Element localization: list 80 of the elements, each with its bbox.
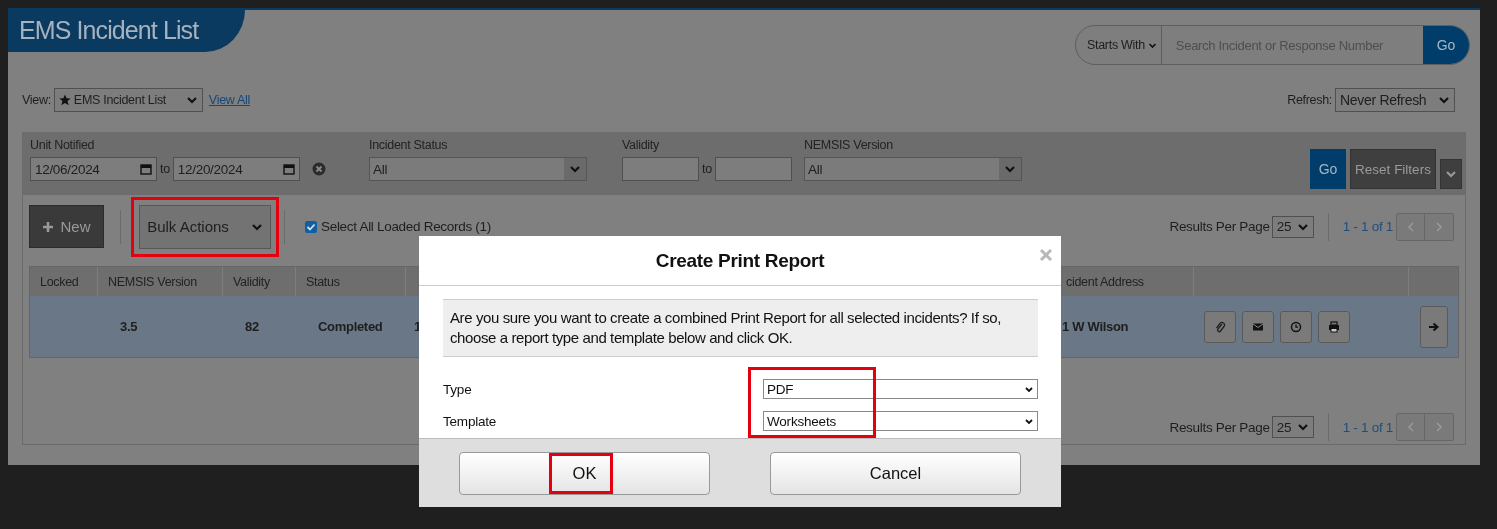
field-label: Type bbox=[443, 381, 472, 397]
caret-icon bbox=[1024, 384, 1034, 394]
printer-icon bbox=[1328, 320, 1340, 333]
caret-icon bbox=[1438, 94, 1450, 106]
caret-icon bbox=[1445, 168, 1457, 180]
select-all-label: Select All Loaded Records (1) bbox=[321, 219, 491, 234]
view-select[interactable]: EMS Incident List bbox=[53, 88, 203, 112]
filter-label: Validity bbox=[622, 138, 660, 152]
table-cell-text: 82 bbox=[244, 318, 260, 336]
new-button[interactable]: New bbox=[29, 205, 104, 248]
dialog-title: Create Print Report bbox=[655, 249, 825, 272]
next-page-button[interactable] bbox=[1425, 213, 1453, 240]
paperclip-icon bbox=[1214, 320, 1226, 333]
select-field[interactable]: Worksheets bbox=[763, 411, 1038, 431]
ok-button[interactable]: OK bbox=[459, 451, 710, 495]
cancel-button[interactable]: Cancel bbox=[770, 451, 1021, 495]
chevron-right-icon bbox=[1434, 421, 1444, 433]
calendar-icon bbox=[140, 163, 152, 175]
history-button[interactable] bbox=[1280, 310, 1312, 343]
bulk-actions-button[interactable]: Bulk Actions bbox=[139, 204, 271, 249]
select-field[interactable]: PDF bbox=[763, 379, 1038, 399]
caret-icon bbox=[1004, 163, 1016, 175]
more-button[interactable] bbox=[1440, 159, 1462, 189]
previous-page-button[interactable] bbox=[1397, 213, 1425, 240]
previous-page-button[interactable] bbox=[1397, 414, 1425, 440]
search-mode-select[interactable]: Starts With bbox=[1076, 26, 1162, 64]
filter-select[interactable]: All bbox=[369, 157, 587, 181]
field-label: Template bbox=[443, 413, 497, 429]
reset-filters-button[interactable]: Reset Filters bbox=[1350, 149, 1436, 189]
refresh-label: Refresh: bbox=[1287, 93, 1332, 107]
to-label: to bbox=[160, 162, 170, 176]
caret-icon bbox=[569, 163, 581, 175]
checkbox[interactable] bbox=[305, 220, 317, 233]
filter-label: Unit Notified bbox=[30, 138, 96, 152]
star-icon bbox=[58, 94, 71, 106]
results-per-page-label: Results Per Page bbox=[1169, 419, 1270, 435]
column-header: cident Address bbox=[1066, 274, 1144, 289]
table-cell-text: 3.5 bbox=[119, 318, 139, 336]
table-cell-text: Completed bbox=[317, 318, 384, 336]
calendar-icon bbox=[282, 163, 295, 175]
caret-icon bbox=[1024, 416, 1034, 426]
filter-label: NEMSIS Version bbox=[804, 138, 894, 152]
view-label: View: bbox=[22, 93, 51, 107]
filter-label: Incident Status bbox=[369, 138, 449, 152]
per-page-select[interactable]: 25 bbox=[1271, 215, 1314, 238]
close-icon[interactable] bbox=[1039, 248, 1053, 262]
view-all-link[interactable]: View All bbox=[208, 93, 250, 107]
results-per-page-label: Results Per Page bbox=[1169, 219, 1270, 234]
print-button[interactable] bbox=[1318, 310, 1350, 343]
to-label: to bbox=[702, 162, 712, 176]
clear-icon[interactable] bbox=[311, 162, 326, 176]
caret-icon bbox=[1296, 421, 1309, 433]
chevron-left-icon bbox=[1405, 421, 1416, 433]
table-cell-text: 1 W Wilson bbox=[1061, 318, 1130, 336]
date-field[interactable]: 12/06/2024 bbox=[30, 157, 157, 181]
column-header: Locked bbox=[40, 274, 79, 289]
attachment-button[interactable] bbox=[1204, 310, 1236, 343]
column-header: NEMSIS Version bbox=[108, 274, 197, 289]
validity-field[interactable] bbox=[714, 157, 792, 181]
column-header: Validity bbox=[233, 274, 270, 289]
per-page-select[interactable]: 25 bbox=[1271, 416, 1314, 438]
date-field[interactable]: 12/20/2024 bbox=[172, 157, 300, 181]
clock-icon bbox=[1290, 320, 1302, 333]
filter-select[interactable]: All bbox=[804, 157, 1022, 181]
dialog-message: Are you sure you want to create a combined Print Report for all selected incidents? If so, choose a report type and template below and click OK. bbox=[443, 299, 1038, 357]
open-button[interactable] bbox=[1420, 305, 1448, 348]
email-button[interactable] bbox=[1242, 310, 1274, 343]
refresh-select[interactable]: Never Refresh bbox=[1335, 88, 1455, 112]
caret-icon bbox=[185, 94, 198, 106]
go-button[interactable]: Go bbox=[1423, 26, 1469, 64]
chevron-left-icon bbox=[1405, 220, 1416, 233]
chevron-right-icon bbox=[1434, 220, 1444, 233]
page-title: EMS Incident List bbox=[8, 10, 245, 52]
page-range: 1 - 1 of 1 bbox=[1342, 219, 1393, 234]
column-header: Status bbox=[306, 274, 340, 289]
page-range: 1 - 1 of 1 bbox=[1342, 419, 1393, 435]
plus-icon bbox=[42, 220, 55, 233]
arrow-right-icon bbox=[1428, 320, 1440, 333]
go-button[interactable]: Go bbox=[1310, 149, 1346, 189]
validity-field[interactable] bbox=[622, 157, 699, 181]
